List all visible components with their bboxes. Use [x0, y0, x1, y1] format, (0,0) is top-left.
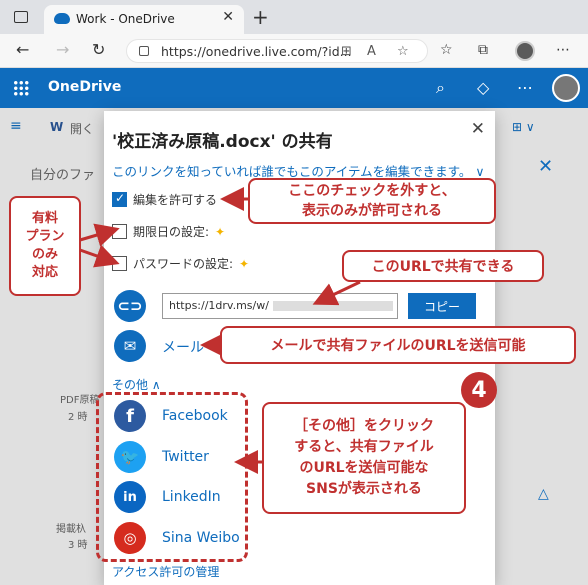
callout-mail: メールで共有ファイルのURLを送信可能 — [220, 326, 576, 364]
sns-highlight — [96, 392, 248, 562]
callout-checkbox: ここのチェックを外すと、 表示のみが許可される — [248, 178, 496, 224]
callout-sns: ［その他］をクリック すると、共有ファイル のURLを送信可能な SNSが表示さ… — [262, 402, 466, 514]
arrow-url — [312, 280, 361, 306]
callout-url: このURLで共有できる — [342, 250, 544, 282]
arrow-expiry — [79, 223, 120, 247]
callout-paid-plan: 有料 プラン のみ 対応 — [9, 196, 81, 296]
step-badge: 4 — [461, 372, 497, 408]
arrow-password — [79, 244, 120, 268]
